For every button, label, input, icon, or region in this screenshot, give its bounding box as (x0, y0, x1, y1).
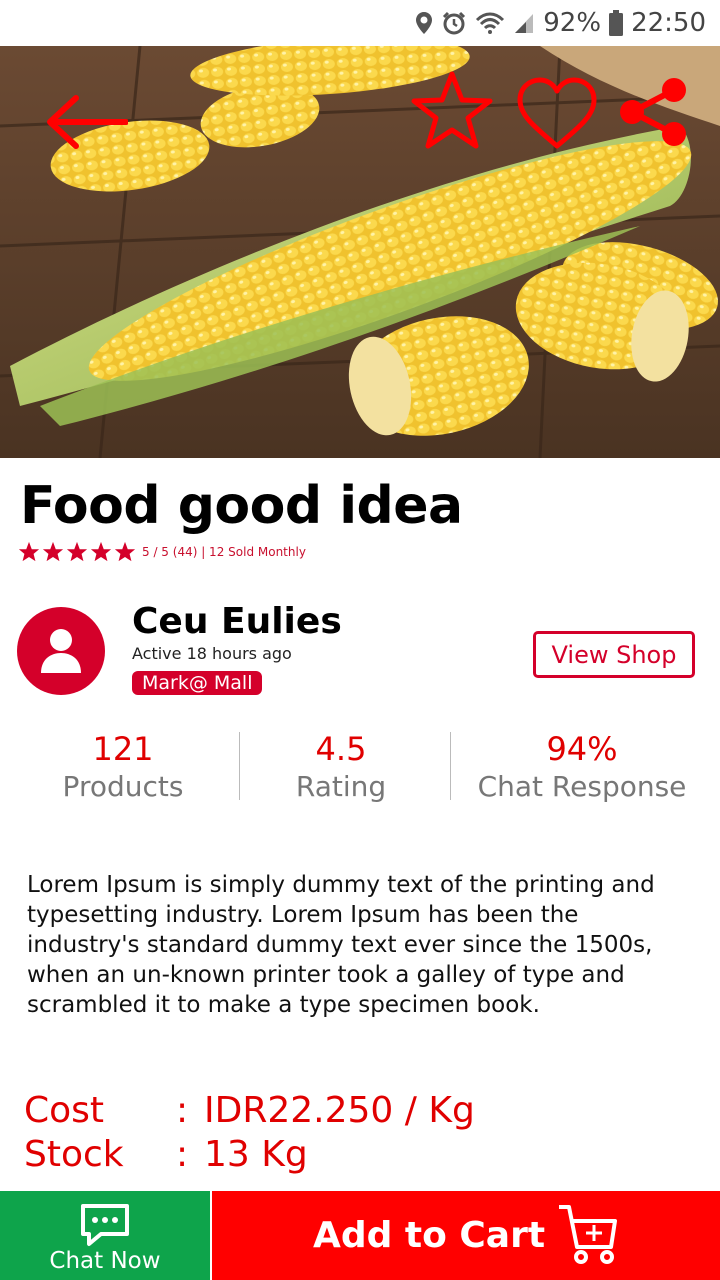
stock-label: Stock (24, 1134, 124, 1175)
cart-add-icon (559, 1204, 618, 1264)
rating-row: 5 / 5 (44) | 12 Sold Monthly (18, 541, 306, 563)
wifi-icon (475, 11, 505, 35)
star-filled-icon (90, 541, 112, 562)
cost-value: IDR22.250 / Kg (204, 1090, 475, 1131)
seller-name[interactable]: Ceu Eulies (132, 601, 342, 642)
cost-label: Cost (24, 1090, 105, 1131)
battery-level: 92% (543, 8, 602, 38)
seller-avatar[interactable] (17, 607, 105, 695)
battery-icon (609, 10, 624, 36)
stock-row: Stock : 13 Kg (24, 1134, 308, 1175)
stat-value: 121 (92, 730, 154, 768)
stat-label: Rating (295, 770, 387, 803)
chat-now-button[interactable]: Chat Now (0, 1191, 210, 1280)
chat-now-label: Chat Now (49, 1248, 161, 1274)
star-filled-icon (42, 541, 64, 562)
stat-products: 121 Products (28, 730, 218, 806)
location-icon (415, 11, 433, 35)
back-arrow-icon[interactable] (42, 90, 129, 158)
cost-colon: : (176, 1090, 189, 1131)
signal-icon (513, 11, 535, 35)
stat-label: Chat Response (477, 770, 687, 803)
star-filled-icon (66, 541, 88, 562)
star-filled-icon (114, 541, 136, 562)
star-outline-icon[interactable] (410, 70, 494, 154)
product-description: Lorem Ipsum is simply dummy text of the … (27, 872, 655, 1018)
stat-rating: 4.5 Rating (246, 730, 436, 806)
mall-badge: Mark@ Mall (132, 671, 263, 695)
add-to-cart-button[interactable]: Add to Cart (212, 1191, 720, 1280)
seller-active-status: Active 18 hours ago (132, 644, 292, 663)
alarm-icon (441, 11, 467, 35)
stat-divider (239, 732, 240, 800)
chat-bubble-icon (81, 1204, 129, 1246)
stock-value: 13 Kg (204, 1134, 308, 1175)
stat-chat-response: 94% Chat Response (466, 730, 698, 806)
add-to-cart-label: Add to Cart (312, 1215, 546, 1256)
clock: 22:50 (631, 8, 706, 38)
user-icon (41, 629, 81, 673)
status-bar: 92% 22:50 (0, 0, 720, 46)
stat-divider (450, 732, 451, 800)
product-image (0, 46, 720, 458)
stat-value: 4.5 (315, 730, 367, 768)
share-icon[interactable] (616, 76, 692, 152)
stat-label: Products (62, 770, 184, 803)
stat-value: 94% (546, 730, 618, 768)
stock-colon: : (176, 1134, 189, 1175)
product-title: Food good idea (20, 476, 463, 536)
heart-outline-icon[interactable] (516, 76, 598, 156)
star-filled-icon (18, 541, 40, 562)
rating-summary: 5 / 5 (44) | 12 Sold Monthly (142, 545, 306, 559)
cost-row: Cost : IDR22.250 / Kg (24, 1090, 475, 1131)
view-shop-button[interactable]: View Shop (533, 631, 695, 678)
